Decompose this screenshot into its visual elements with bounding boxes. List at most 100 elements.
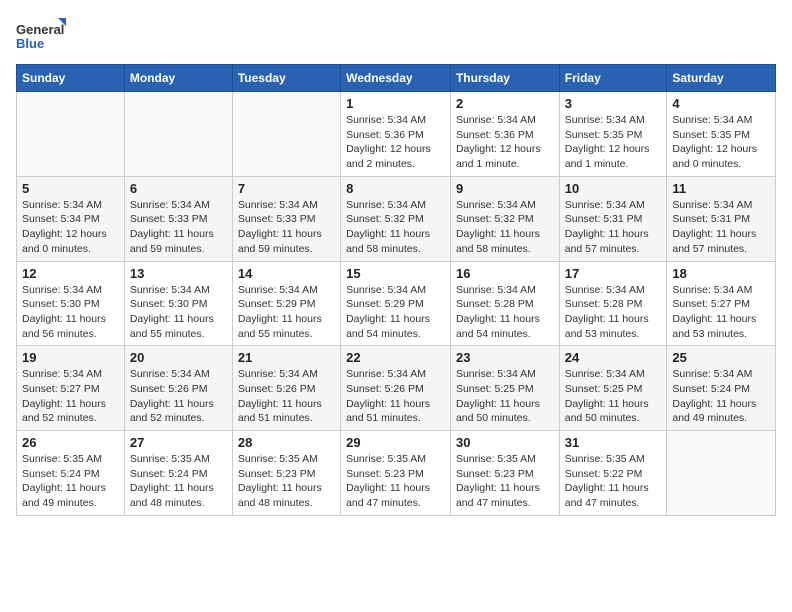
day-number: 21 — [238, 350, 335, 365]
day-info: Sunrise: 5:34 AM Sunset: 5:36 PM Dayligh… — [456, 113, 554, 172]
day-number: 15 — [346, 266, 445, 281]
day-info: Sunrise: 5:35 AM Sunset: 5:23 PM Dayligh… — [346, 452, 445, 511]
day-number: 13 — [130, 266, 227, 281]
calendar-cell: 1 Sunrise: 5:34 AM Sunset: 5:36 PM Daylig… — [341, 92, 451, 177]
day-info: Sunrise: 5:34 AM Sunset: 5:26 PM Dayligh… — [238, 367, 335, 426]
calendar-cell: 16 Sunrise: 5:34 AM Sunset: 5:28 PM Dayli… — [450, 261, 559, 346]
calendar-cell: 6 Sunrise: 5:34 AM Sunset: 5:33 PM Daylig… — [124, 176, 232, 261]
day-number: 8 — [346, 181, 445, 196]
page-header: General Blue — [16, 16, 776, 56]
calendar-cell — [17, 92, 125, 177]
day-number: 26 — [22, 435, 119, 450]
day-number: 30 — [456, 435, 554, 450]
day-number: 17 — [565, 266, 662, 281]
day-number: 9 — [456, 181, 554, 196]
day-info: Sunrise: 5:34 AM Sunset: 5:28 PM Dayligh… — [565, 283, 662, 342]
calendar-cell: 8 Sunrise: 5:34 AM Sunset: 5:32 PM Daylig… — [341, 176, 451, 261]
day-info: Sunrise: 5:34 AM Sunset: 5:33 PM Dayligh… — [130, 198, 227, 257]
calendar-cell: 14Sunrise: 5:34 AM Sunset: 5:29 PM Dayli… — [232, 261, 340, 346]
calendar-cell: 10 Sunrise: 5:34 AM Sunset: 5:31 PM Dayli… — [559, 176, 667, 261]
weekday-header-monday: Monday — [124, 65, 232, 92]
calendar-cell — [667, 431, 776, 516]
calendar-cell: 29 Sunrise: 5:35 AM Sunset: 5:23 PM Dayli… — [341, 431, 451, 516]
calendar-cell: 12Sunrise: 5:34 AM Sunset: 5:30 PM Dayli… — [17, 261, 125, 346]
day-number: 10 — [565, 181, 662, 196]
day-info: Sunrise: 5:34 AM Sunset: 5:36 PM Dayligh… — [346, 113, 445, 172]
calendar-cell: 21 Sunrise: 5:34 AM Sunset: 5:26 PM Dayli… — [232, 346, 340, 431]
day-info: Sunrise: 5:34 AM Sunset: 5:31 PM Dayligh… — [672, 198, 770, 257]
calendar-cell: 5 Sunrise: 5:34 AM Sunset: 5:34 PM Daylig… — [17, 176, 125, 261]
day-info: Sunrise: 5:34 AM Sunset: 5:34 PM Dayligh… — [22, 198, 119, 257]
calendar-week-row: 26 Sunrise: 5:35 AM Sunset: 5:24 PM Dayli… — [17, 431, 776, 516]
calendar-cell: 9 Sunrise: 5:34 AM Sunset: 5:32 PM Daylig… — [450, 176, 559, 261]
calendar-cell: 28 Sunrise: 5:35 AM Sunset: 5:23 PM Dayli… — [232, 431, 340, 516]
day-number: 4 — [672, 96, 770, 111]
day-number: 16 — [456, 266, 554, 281]
calendar-cell: 7Sunrise: 5:34 AM Sunset: 5:33 PM Daylig… — [232, 176, 340, 261]
calendar-cell: 19 Sunrise: 5:34 AM Sunset: 5:27 PM Dayli… — [17, 346, 125, 431]
calendar-cell: 15 Sunrise: 5:34 AM Sunset: 5:29 PM Dayli… — [341, 261, 451, 346]
calendar-cell: 27 Sunrise: 5:35 AM Sunset: 5:24 PM Dayli… — [124, 431, 232, 516]
calendar-cell: 24 Sunrise: 5:34 AM Sunset: 5:25 PM Dayli… — [559, 346, 667, 431]
weekday-header-sunday: Sunday — [17, 65, 125, 92]
day-number: 29 — [346, 435, 445, 450]
day-info: Sunrise: 5:34 AM Sunset: 5:32 PM Dayligh… — [456, 198, 554, 257]
day-info: Sunrise: 5:34 AM Sunset: 5:31 PM Dayligh… — [565, 198, 662, 257]
day-info: Sunrise: 5:34 AM Sunset: 5:25 PM Dayligh… — [565, 367, 662, 426]
day-number: 19 — [22, 350, 119, 365]
day-info: Sunrise: 5:35 AM Sunset: 5:24 PM Dayligh… — [22, 452, 119, 511]
calendar-cell: 20 Sunrise: 5:34 AM Sunset: 5:26 PM Dayli… — [124, 346, 232, 431]
calendar-cell — [232, 92, 340, 177]
calendar-week-row: 1 Sunrise: 5:34 AM Sunset: 5:36 PM Daylig… — [17, 92, 776, 177]
weekday-header-tuesday: Tuesday — [232, 65, 340, 92]
weekday-header-thursday: Thursday — [450, 65, 559, 92]
calendar-cell: 18 Sunrise: 5:34 AM Sunset: 5:27 PM Dayli… — [667, 261, 776, 346]
day-number: 18 — [672, 266, 770, 281]
calendar-cell: 2 Sunrise: 5:34 AM Sunset: 5:36 PM Daylig… — [450, 92, 559, 177]
day-number: 28 — [238, 435, 335, 450]
weekday-header-friday: Friday — [559, 65, 667, 92]
day-info: Sunrise: 5:34 AM Sunset: 5:35 PM Dayligh… — [565, 113, 662, 172]
day-info: Sunrise: 5:34 AM Sunset: 5:32 PM Dayligh… — [346, 198, 445, 257]
day-number: 20 — [130, 350, 227, 365]
day-number: 31 — [565, 435, 662, 450]
day-info: Sunrise: 5:34 AM Sunset: 5:28 PM Dayligh… — [456, 283, 554, 342]
day-info: Sunrise: 5:34 AM Sunset: 5:35 PM Dayligh… — [672, 113, 770, 172]
day-number: 1 — [346, 96, 445, 111]
day-info: Sunrise: 5:34 AM Sunset: 5:33 PM Dayligh… — [238, 198, 335, 257]
calendar-week-row: 5 Sunrise: 5:34 AM Sunset: 5:34 PM Daylig… — [17, 176, 776, 261]
day-info: Sunrise: 5:35 AM Sunset: 5:23 PM Dayligh… — [238, 452, 335, 511]
weekday-header-saturday: Saturday — [667, 65, 776, 92]
calendar-table: SundayMondayTuesdayWednesdayThursdayFrid… — [16, 64, 776, 516]
day-info: Sunrise: 5:34 AM Sunset: 5:26 PM Dayligh… — [130, 367, 227, 426]
day-number: 24 — [565, 350, 662, 365]
calendar-cell: 23 Sunrise: 5:34 AM Sunset: 5:25 PM Dayli… — [450, 346, 559, 431]
day-info: Sunrise: 5:34 AM Sunset: 5:24 PM Dayligh… — [672, 367, 770, 426]
day-info: Sunrise: 5:35 AM Sunset: 5:24 PM Dayligh… — [130, 452, 227, 511]
svg-text:General: General — [16, 22, 64, 37]
day-info: Sunrise: 5:34 AM Sunset: 5:27 PM Dayligh… — [22, 367, 119, 426]
logo-svg: General Blue — [16, 16, 66, 56]
day-number: 12 — [22, 266, 119, 281]
day-number: 5 — [22, 181, 119, 196]
day-info: Sunrise: 5:34 AM Sunset: 5:29 PM Dayligh… — [346, 283, 445, 342]
day-number: 6 — [130, 181, 227, 196]
calendar-cell: 25Sunrise: 5:34 AM Sunset: 5:24 PM Dayli… — [667, 346, 776, 431]
calendar-cell: 13Sunrise: 5:34 AM Sunset: 5:30 PM Dayli… — [124, 261, 232, 346]
calendar-cell: 3 Sunrise: 5:34 AM Sunset: 5:35 PM Daylig… — [559, 92, 667, 177]
day-info: Sunrise: 5:34 AM Sunset: 5:25 PM Dayligh… — [456, 367, 554, 426]
day-number: 27 — [130, 435, 227, 450]
day-number: 3 — [565, 96, 662, 111]
day-number: 2 — [456, 96, 554, 111]
calendar-cell: 31Sunrise: 5:35 AM Sunset: 5:22 PM Dayli… — [559, 431, 667, 516]
day-info: Sunrise: 5:34 AM Sunset: 5:29 PM Dayligh… — [238, 283, 335, 342]
calendar-cell: 17 Sunrise: 5:34 AM Sunset: 5:28 PM Dayli… — [559, 261, 667, 346]
day-number: 22 — [346, 350, 445, 365]
logo: General Blue — [16, 16, 66, 56]
svg-text:Blue: Blue — [16, 36, 44, 51]
day-number: 23 — [456, 350, 554, 365]
calendar-cell: 30Sunrise: 5:35 AM Sunset: 5:23 PM Dayli… — [450, 431, 559, 516]
calendar-week-row: 19 Sunrise: 5:34 AM Sunset: 5:27 PM Dayli… — [17, 346, 776, 431]
calendar-cell: 11Sunrise: 5:34 AM Sunset: 5:31 PM Dayli… — [667, 176, 776, 261]
day-info: Sunrise: 5:34 AM Sunset: 5:27 PM Dayligh… — [672, 283, 770, 342]
